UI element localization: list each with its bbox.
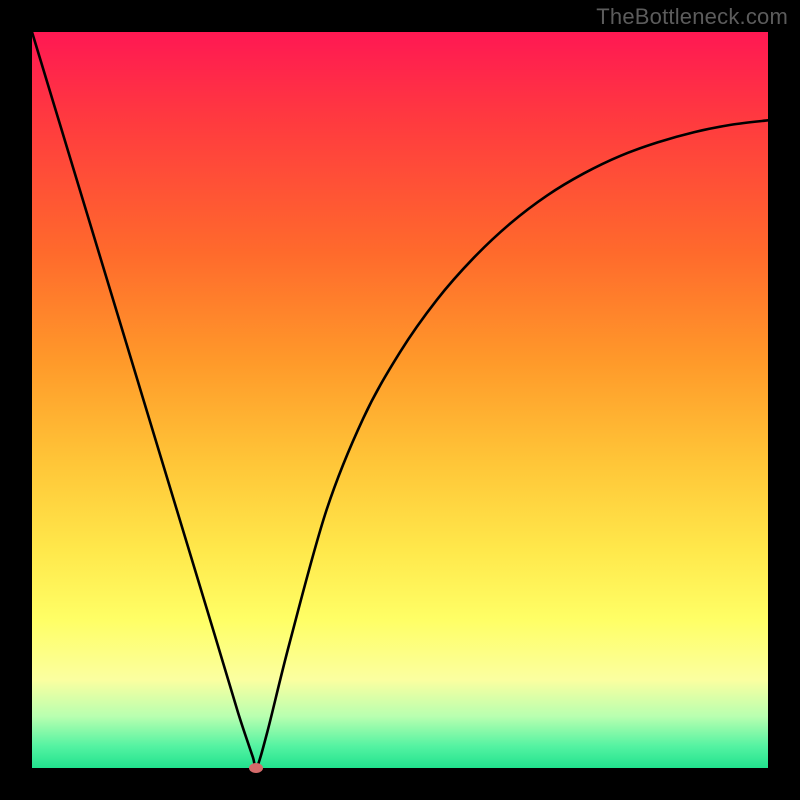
minimum-marker <box>249 763 263 773</box>
curve-svg <box>32 32 768 768</box>
plot-area <box>32 32 768 768</box>
watermark-text: TheBottleneck.com <box>596 4 788 30</box>
chart-frame: TheBottleneck.com <box>0 0 800 800</box>
bottleneck-curve <box>32 32 768 769</box>
